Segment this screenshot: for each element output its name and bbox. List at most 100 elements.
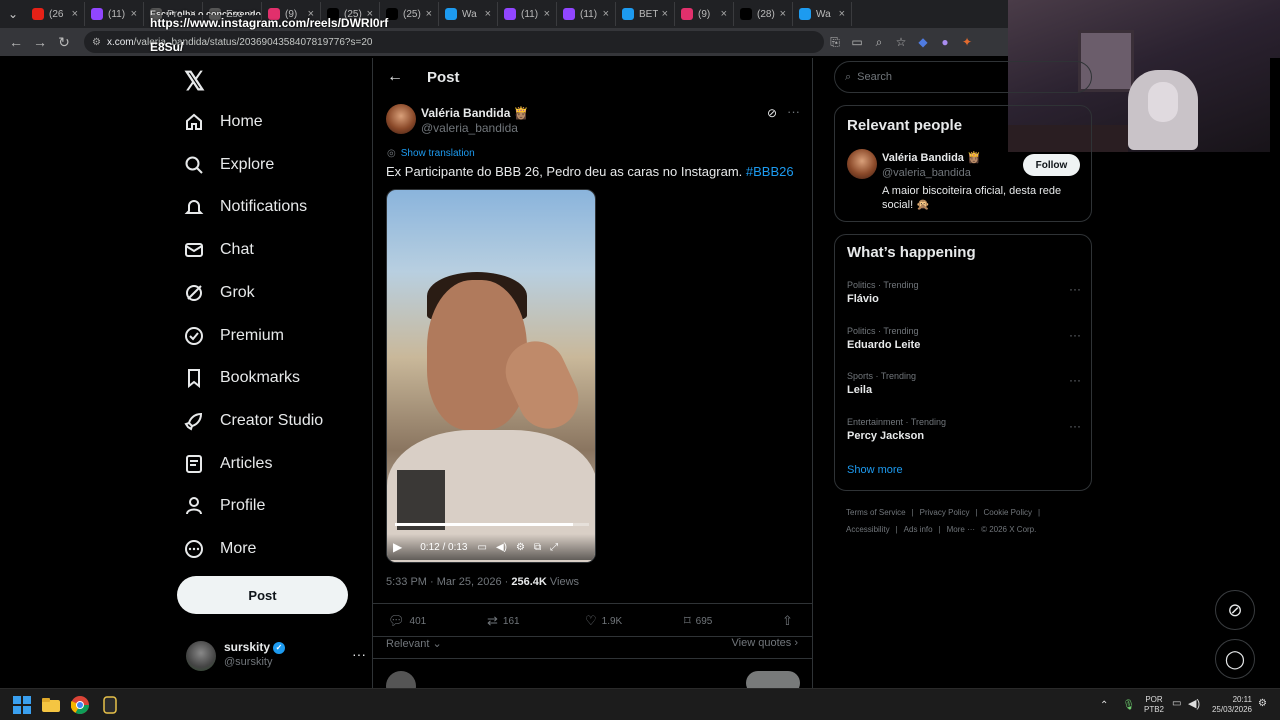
chevron-up-icon[interactable]: ⌃ [1100,700,1108,711]
close-icon[interactable]: × [603,8,609,20]
author-handle[interactable]: @valeria_bandida [421,121,518,135]
close-icon[interactable]: × [426,8,432,20]
reply-submit-button[interactable] [746,671,800,688]
browser-tab[interactable]: (11) × [557,2,616,26]
hashtag-link[interactable]: #BBB26 [746,164,794,179]
show-more-link[interactable]: Show more [847,464,903,476]
scrollbar[interactable] [1270,58,1280,688]
more-icon[interactable]: ··· [1069,373,1081,387]
sidebar-item-creator-studio[interactable]: Creator Studio [184,401,323,441]
more-icon[interactable]: ··· [352,646,366,662]
language-indicator[interactable]: POR PTB2 [1144,695,1164,715]
close-icon[interactable]: × [780,8,786,20]
zoom-icon[interactable]: ⌕ [868,35,890,50]
sidebar-item-explore[interactable]: Explore [184,145,274,185]
post-time[interactable]: 5:33 PM · Mar 25, 2026 · [386,576,511,588]
forward-arrow-icon[interactable]: → [28,34,52,50]
browser-tab[interactable]: Wa × [793,2,852,26]
close-icon[interactable]: × [72,8,78,20]
clock[interactable]: 20:11 25/03/2026 [1206,695,1252,715]
show-translation-link[interactable]: ◎ Show translation [387,148,475,159]
play-icon[interactable]: ▶ [393,540,402,554]
browser-tab[interactable]: (11) × [85,2,144,26]
avatar[interactable] [847,149,877,179]
bookmark-star-icon[interactable]: ☆ [890,35,912,49]
browser-tab[interactable]: (28) × [734,2,793,26]
footer-link[interactable]: Cookie Policy [984,508,1032,517]
video-progress-bar[interactable] [395,523,589,526]
trend-item[interactable]: Politics · Trending Flávio ··· [847,280,1081,320]
close-icon[interactable]: × [662,8,668,20]
extension-icon[interactable]: ✦ [956,35,978,49]
install-icon[interactable]: ▭ [846,35,868,49]
share-button[interactable]: ⇧ [782,613,798,629]
author-avatar[interactable] [386,104,416,134]
extension-icon[interactable]: ◆ [912,35,934,49]
site-info-icon[interactable]: ⚙ [92,37,101,48]
sidebar-item-premium[interactable]: Premium [184,316,284,356]
more-icon[interactable]: ··· [1069,328,1081,342]
browser-tab[interactable]: (11) × [498,2,557,26]
browser-tab[interactable]: (25) × [380,2,439,26]
back-arrow-icon[interactable]: ← [4,34,28,50]
sidebar-item-notifications[interactable]: Notifications [184,187,307,227]
messages-icon[interactable]: ◯ [1215,639,1255,679]
reply-composer[interactable] [373,658,812,688]
network-icon[interactable]: ▭ [1172,698,1181,709]
reload-icon[interactable]: ↻ [52,34,76,51]
person-name[interactable]: Valéria Bandida 👸🏽 [882,151,981,164]
close-icon[interactable]: × [544,8,550,20]
translate-icon[interactable]: ⎘ [824,35,846,50]
sidebar-item-more[interactable]: More [184,529,256,569]
fullscreen-icon[interactable]: ⤢ [550,542,558,553]
chrome-icon[interactable] [70,696,89,715]
author-name[interactable]: Valéria Bandida 👸🏽 [421,106,529,120]
back-arrow-icon[interactable]: ← [387,68,403,86]
windows-start-icon[interactable] [13,696,31,714]
sidebar-item-grok[interactable]: Grok [184,273,255,313]
volume-icon[interactable]: ◀) [1188,697,1200,710]
sidebar-item-bookmarks[interactable]: Bookmarks [184,358,300,398]
tab-search-icon[interactable]: ⌄ [0,0,26,28]
browser-tab[interactable]: Wa × [439,2,498,26]
extension-icon[interactable]: ● [934,35,956,49]
footer-link[interactable]: Terms of Service [846,508,906,517]
sidebar-item-articles[interactable]: Articles [184,444,272,484]
footer-link[interactable]: More ··· [947,525,975,534]
captions-icon[interactable]: ▭ [478,542,487,553]
repost-button[interactable]: ⇄ 161 [487,613,520,629]
app-icon[interactable] [101,696,119,714]
sidebar-item-profile[interactable]: Profile [184,486,265,526]
trend-item[interactable]: Sports · Trending Leila ··· [847,371,1081,411]
close-icon[interactable]: × [485,8,491,20]
bookmark-button[interactable]: ⌑ 695 [684,613,712,629]
footer-link[interactable]: © 2026 X Corp. [981,525,1036,534]
video-player[interactable]: ▶ 0:12 / 0:13 ▭ ◀) ⚙ ⧉ ⤢ [386,189,596,563]
grok-icon[interactable]: ⊘ [1215,590,1255,630]
more-icon[interactable]: ··· [1069,419,1081,433]
close-icon[interactable]: × [839,8,845,20]
sort-dropdown[interactable]: Relevant ⌄ [386,637,442,650]
pip-icon[interactable]: ⧉ [534,542,541,553]
like-button[interactable]: ♡ 1.9K [585,613,622,629]
file-explorer-icon[interactable] [42,696,60,714]
reply-button[interactable]: 💬︎ 401 [388,613,426,629]
x-logo-icon[interactable]: 𝕏 [184,66,205,97]
sidebar-item-home[interactable]: Home [184,102,263,142]
trend-item[interactable]: Politics · Trending Eduardo Leite ··· [847,326,1081,366]
follow-button[interactable]: Follow [1023,154,1080,176]
close-icon[interactable]: × [131,8,137,20]
more-icon[interactable]: ··· [1069,282,1081,296]
sidebar-item-chat[interactable]: Chat [184,230,254,270]
trend-item[interactable]: Entertainment · Trending Percy Jackson ··· [847,417,1081,457]
footer-link[interactable]: Ads info [904,525,933,534]
person-handle[interactable]: @valeria_bandida [882,167,971,179]
post-button[interactable]: Post [177,576,348,614]
footer-link[interactable]: Privacy Policy [920,508,970,517]
close-icon[interactable]: × [721,8,727,20]
browser-tab[interactable]: BET × [616,2,675,26]
volume-icon[interactable]: ◀) [496,542,507,553]
view-quotes-link[interactable]: View quotes › [732,637,798,649]
microphone-icon[interactable]: 🎙︎ [1122,700,1135,711]
grok-icon[interactable]: ⊘ [767,106,777,120]
